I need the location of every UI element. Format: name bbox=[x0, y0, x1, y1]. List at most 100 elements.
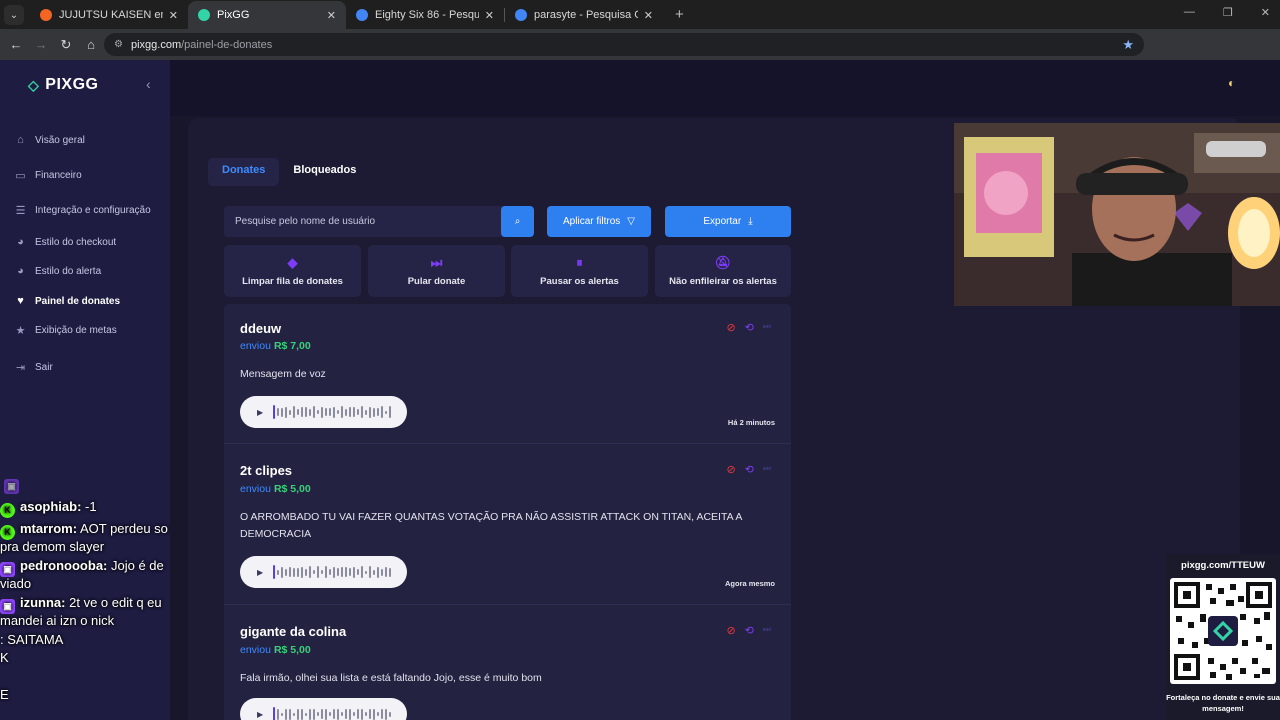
restore-icon[interactable]: ❐ bbox=[1223, 6, 1233, 19]
donate-time: Há 2 minutos bbox=[727, 418, 775, 427]
site-info-icon[interactable]: ⚙ bbox=[114, 39, 123, 50]
audio-player[interactable]: ▶ bbox=[240, 556, 407, 588]
search-button[interactable]: ⌕ bbox=[501, 206, 534, 237]
waveform-bar bbox=[309, 708, 312, 720]
waveform-bar bbox=[281, 407, 284, 417]
skip-icon[interactable]: ⏭ bbox=[763, 624, 771, 637]
browser-tab-parasyte[interactable]: parasyte - Pesquisa Google ✕ bbox=[505, 1, 663, 29]
bookmark-star-icon[interactable]: ★ bbox=[1122, 37, 1134, 53]
waveform[interactable] bbox=[273, 565, 392, 579]
close-window-icon[interactable]: ✕ bbox=[1261, 6, 1270, 19]
pause-alerts-button[interactable]: ⏸ Pausar os alertas bbox=[511, 245, 648, 297]
block-user-icon[interactable]: ⊘ bbox=[726, 463, 735, 476]
palette-icon: ◕ bbox=[17, 236, 24, 248]
url-path: /painel-de-donates bbox=[181, 38, 273, 51]
waveform-bar bbox=[297, 409, 300, 415]
close-tab-icon[interactable]: ✕ bbox=[327, 9, 336, 22]
star-icon: ★ bbox=[15, 325, 26, 337]
chat-message: ▣ pedronoooba: Jojo é de bbox=[0, 558, 164, 577]
waveform-bar bbox=[373, 407, 376, 417]
filter-icon: ▽ bbox=[627, 216, 635, 227]
close-tab-icon[interactable]: ✕ bbox=[644, 9, 653, 22]
waveform-bar bbox=[365, 712, 368, 716]
google-favicon-icon bbox=[515, 9, 527, 21]
audio-player[interactable]: ▶ bbox=[240, 396, 407, 428]
kick-badge-icon: K bbox=[0, 525, 15, 540]
waveform-bar bbox=[389, 567, 392, 577]
back-icon[interactable]: ← bbox=[4, 37, 28, 52]
sidebar-item-sair[interactable]: ⇥ Sair bbox=[14, 361, 53, 374]
browser-tab-jujutsu[interactable]: JUJUTSU KAISEN em português ✕ bbox=[30, 1, 188, 29]
play-icon[interactable]: ▶ bbox=[257, 408, 263, 417]
browser-tab-pixgg[interactable]: PixGG ✕ bbox=[188, 1, 346, 29]
audio-player[interactable]: ▶ bbox=[240, 698, 407, 720]
close-tab-icon[interactable]: ✕ bbox=[485, 9, 494, 22]
waveform-bar bbox=[297, 708, 300, 720]
sidebar-item-estilo-alerta[interactable]: ◕ Estilo do alerta bbox=[14, 265, 101, 277]
qr-call-to-action: Fortaleça no donate e envie sua mensagem… bbox=[1166, 693, 1280, 713]
waveform[interactable] bbox=[273, 405, 392, 419]
waveform-bar bbox=[333, 566, 336, 578]
replay-icon[interactable]: ⟲ bbox=[745, 321, 754, 334]
sidebar-item-financeiro[interactable]: ▭ Financeiro bbox=[14, 169, 81, 182]
skip-icon[interactable]: ⏭ bbox=[763, 463, 771, 476]
waveform-bar bbox=[281, 712, 284, 716]
chat-message-cont: : SAITAMA bbox=[0, 632, 64, 647]
pause-icon: ⏸ bbox=[576, 255, 583, 270]
replay-icon[interactable]: ⟲ bbox=[745, 463, 754, 476]
waveform-bar bbox=[381, 709, 384, 719]
block-user-icon[interactable]: ⊘ bbox=[726, 321, 735, 334]
close-tab-icon[interactable]: ✕ bbox=[169, 9, 178, 22]
clear-queue-button[interactable]: ◆ Limpar fila de donates bbox=[224, 245, 361, 297]
waveform-bar bbox=[349, 708, 352, 720]
waveform-bar bbox=[281, 566, 284, 578]
home-icon[interactable]: ⌂ bbox=[79, 37, 103, 52]
donate-card: ddeuw enviou R$ 7,00 ⊘ ⟲ ⏭ Mensagem de vo… bbox=[224, 304, 791, 444]
search-placeholder: Pesquise pelo nome de usuário bbox=[235, 216, 376, 227]
block-user-icon[interactable]: ⊘ bbox=[726, 624, 735, 637]
sidebar-item-integracao[interactable]: ☰ Integração e configuração bbox=[14, 204, 151, 217]
browser-tab-eighty-six[interactable]: Eighty Six 86 - Pesquisa Google ✕ bbox=[346, 1, 504, 29]
url-host: pixgg.com bbox=[130, 38, 182, 51]
pixgg-logo[interactable]: ◇ PIXGG bbox=[28, 76, 98, 94]
brand-name: PIXGG bbox=[45, 76, 99, 93]
waveform-bar bbox=[329, 408, 332, 416]
chat-message: Kasophiab: -1 bbox=[0, 499, 97, 518]
waveform-bar bbox=[285, 568, 288, 576]
address-bar[interactable]: ⚙ pixgg.com/painel-de-donates ★ bbox=[104, 33, 1144, 56]
waveform-bar bbox=[349, 568, 352, 576]
waveform-bar bbox=[305, 568, 308, 576]
apply-filters-button[interactable]: Aplicar filtros ▽ bbox=[547, 206, 651, 237]
skip-donate-button[interactable]: ⏭ Pular donate bbox=[368, 245, 505, 297]
tab-bloqueados[interactable]: Bloqueados bbox=[279, 158, 370, 186]
replay-icon[interactable]: ⟲ bbox=[745, 624, 754, 637]
search-input[interactable]: Pesquise pelo nome de usuário ⌕ bbox=[224, 206, 534, 237]
donate-message: Mensagem de voz bbox=[240, 368, 326, 380]
reload-icon[interactable]: ↻ bbox=[54, 37, 78, 53]
play-icon[interactable]: ▶ bbox=[257, 710, 263, 719]
play-icon[interactable]: ▶ bbox=[257, 568, 263, 577]
waveform-bar bbox=[345, 408, 348, 416]
sidebar-item-estilo-checkout[interactable]: ◕ Estilo do checkout bbox=[14, 236, 116, 248]
theme-toggle-icon[interactable]: ◐ bbox=[1228, 76, 1235, 90]
donate-actions: ⊘ ⟲ ⏭ bbox=[726, 463, 771, 476]
new-tab-icon[interactable]: + bbox=[675, 6, 684, 23]
waveform-bar bbox=[333, 709, 336, 719]
collapse-sidebar-icon[interactable]: ‹ bbox=[146, 76, 151, 92]
skip-icon[interactable]: ⏭ bbox=[763, 321, 771, 334]
waveform-bar bbox=[313, 406, 316, 418]
tab-search-dropdown[interactable]: ⌄ bbox=[4, 5, 24, 25]
no-queue-alerts-button[interactable]: 🔕︎ Não enfileirar os alertas bbox=[655, 245, 791, 297]
export-button[interactable]: Exportar ⤓ bbox=[665, 206, 791, 237]
waveform-bar bbox=[345, 567, 348, 577]
sidebar-item-painel-donates[interactable]: ♥ Painel de donates bbox=[14, 295, 120, 307]
minimize-icon[interactable]: — bbox=[1184, 6, 1195, 19]
waveform-bar bbox=[377, 566, 380, 578]
sidebar-item-exibicao-metas[interactable]: ★ Exibição de metas bbox=[14, 324, 117, 337]
tab-donates[interactable]: Donates bbox=[208, 158, 280, 186]
waveform-bar bbox=[305, 712, 308, 716]
forward-icon[interactable]: → bbox=[29, 37, 53, 52]
waveform[interactable] bbox=[273, 707, 392, 720]
waveform-bar bbox=[293, 712, 296, 716]
sidebar-item-visao-geral[interactable]: ⌂ Visão geral bbox=[14, 134, 85, 146]
